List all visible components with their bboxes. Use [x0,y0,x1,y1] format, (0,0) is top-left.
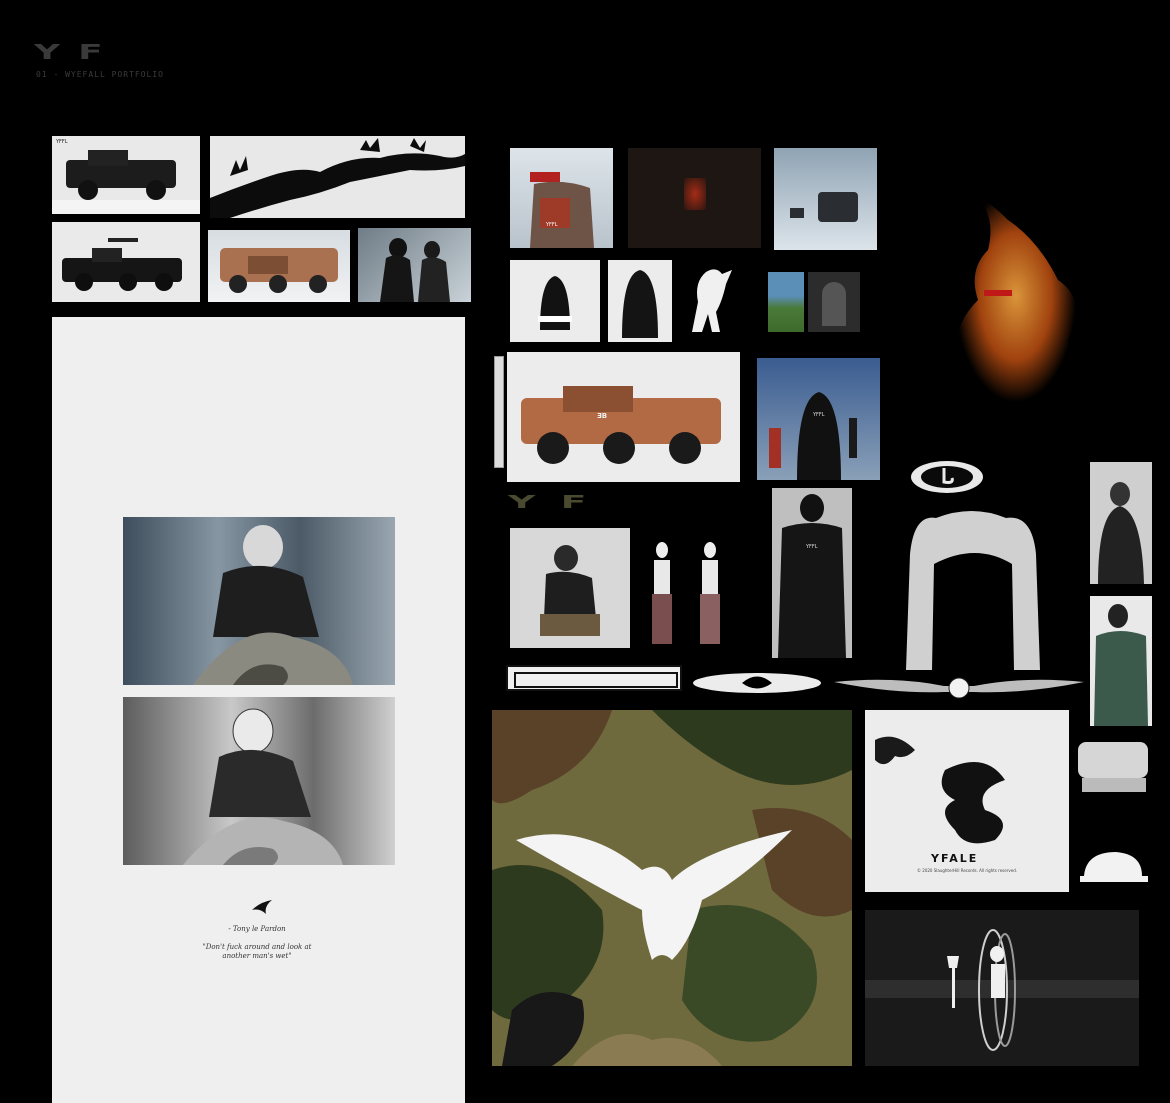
truck-poster-1[interactable]: YFFL [52,136,200,214]
crouching-model-illustration [540,545,600,636]
truck-poster-tag: YFFL [56,139,68,145]
wheel-badge: ƎB [597,412,608,420]
dark-fire-panel[interactable] [628,148,761,248]
jacket-tag: YFFL [546,222,558,228]
poster-photo-bottom [123,697,395,865]
snow-vehicle-illustration [790,192,858,222]
graffiti-logo-icon [1076,738,1152,810]
truck-sketch-poster[interactable]: ƎB [507,352,740,482]
fire-figure-artwork[interactable] [928,180,1088,420]
portfolio-subtitle: 01 - WYEFALL PORTFOLIO [36,70,164,79]
truck-poster-2[interactable] [52,222,200,302]
hooded-crowd-photo[interactable]: YFFL [757,358,880,480]
truck-illustration [52,150,200,214]
circle-logo-icon [910,460,984,498]
dragon-copyright: © 2020 SlaughterHill Records. All rights… [917,868,1017,873]
spinning-figure-illustration [865,929,1139,1051]
tree-silhouette-panel[interactable] [210,136,465,218]
photo-poster[interactable]: - Tony le Pardon "Don't fuck around and … [52,317,465,1103]
two-models-illustration [652,542,720,644]
yf-mark: YF [508,492,612,513]
hood-figure-1[interactable] [510,260,600,342]
hoodie-model-illustration [778,494,846,658]
camo-eagle-illustration [492,710,852,1066]
tree-silhouette-icon [210,138,465,218]
fighter-photo-2[interactable] [1090,596,1152,726]
crouching-model-photo[interactable] [510,528,630,648]
armored-truck-illustration [220,248,338,293]
quote-author: - Tony le Pardon [228,925,286,933]
hoodie-model-photo[interactable]: YFFL [772,488,852,658]
white-horse-icon [682,262,738,338]
fire-figure-illustration [955,190,1076,402]
two-models-photo[interactable] [638,536,733,648]
dancers-silhouette [380,238,450,302]
boxed-logo-badge [506,665,682,691]
badge-inner-frame [514,672,678,688]
jacket-figure [530,172,594,248]
field-photo[interactable] [768,272,804,332]
white-cap-icon [1076,846,1152,890]
bird-logo-icon [252,899,272,918]
seated-figure-inverted-illustration [183,708,343,865]
hooded-crowd-illustration [769,392,857,480]
fighter-photo-1[interactable] [1090,462,1152,584]
arch-figures-artwork[interactable] [896,494,1050,670]
hood-silhouette-icon [538,276,572,330]
ember-figure [684,178,706,210]
camo-eagle-poster[interactable] [492,710,852,1066]
jacket-model-illustration [1094,604,1148,726]
hood-figure-2[interactable] [608,260,672,342]
winged-logo-icon [834,672,1084,706]
dragon-title: YFALE [931,852,979,865]
hoodie-tag: YFFL [806,544,818,550]
seated-figure-illustration [193,525,353,685]
snow-vehicles-photo[interactable] [774,148,877,250]
swirl-logo-icon [692,672,822,698]
spinning-figure-panel[interactable] [865,910,1139,1066]
quote-text: "Don't fuck around and look at another m… [202,943,312,960]
hooded-dark-photo[interactable] [808,272,860,332]
jacket-photo[interactable]: YFFL [510,148,613,248]
armored-truck-photo[interactable] [208,230,350,302]
arch-figures-illustration [906,511,1040,670]
hood-silhouette-icon [622,270,658,338]
truck-turret-illustration [62,238,182,291]
hooded-crowd-tag: YFFL [813,412,825,418]
poster-photo-top [123,517,395,685]
hood-shape [822,282,846,326]
brand-logo: YF [34,40,121,64]
dragon-poster[interactable]: YFALE © 2020 SlaughterHill Records. All … [865,710,1069,892]
dancers-photo[interactable] [358,228,471,302]
vertical-badge-strip[interactable] [494,356,504,468]
truck-sketch-illustration [521,386,721,464]
fighter-illustration [1098,482,1144,584]
